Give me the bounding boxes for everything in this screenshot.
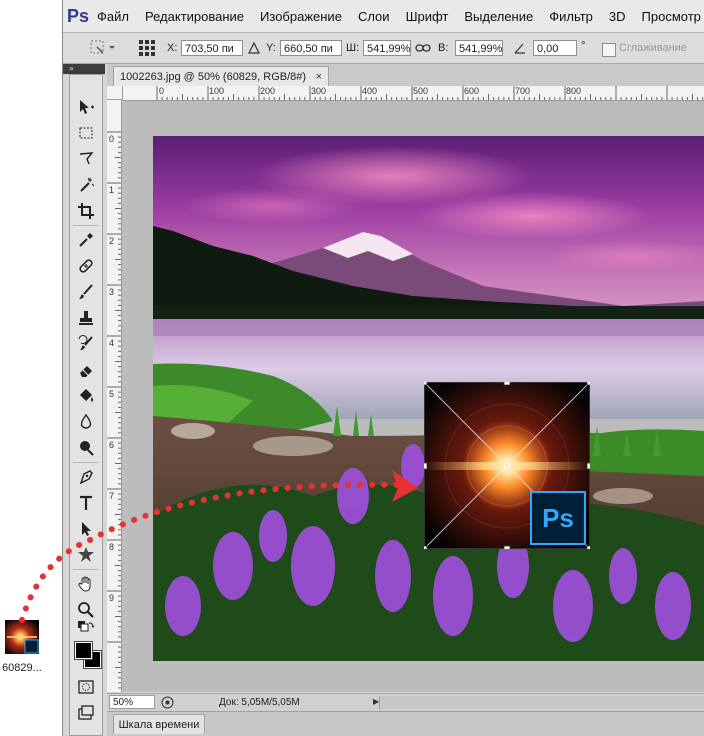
- smoothing-label: Сглаживание: [619, 42, 687, 54]
- status-info-icon[interactable]: [161, 696, 174, 709]
- blur-tool-icon[interactable]: [74, 410, 98, 434]
- ruler-origin[interactable]: [107, 86, 123, 100]
- paint-bucket-tool-icon[interactable]: [74, 384, 98, 408]
- rotate-angle-icon: [513, 41, 527, 58]
- ruler-v-label: 3: [109, 287, 115, 297]
- menu-select[interactable]: Выделение: [456, 9, 541, 24]
- screen-mode-icon[interactable]: [74, 701, 98, 725]
- tools-panel: [69, 74, 103, 736]
- relative-position-icon[interactable]: [247, 41, 261, 58]
- status-bar: 50% Док: 5,05M/5,05M ▶: [107, 693, 704, 712]
- tool-separator: [73, 225, 99, 226]
- menu-filter[interactable]: Фильтр: [541, 9, 601, 24]
- w-label: Ш:: [346, 42, 360, 54]
- shape-tool-icon[interactable]: [74, 543, 98, 567]
- angle-input[interactable]: 0,00: [533, 40, 577, 56]
- eyedropper-tool-icon[interactable]: [74, 228, 98, 252]
- ruler-v-label: 6: [109, 440, 115, 450]
- healing-brush-tool-icon[interactable]: [74, 254, 98, 278]
- horizontal-ruler[interactable]: 0 100 200 300 400 500 600 700 800: [123, 86, 704, 101]
- y-input[interactable]: 660,50 пи: [280, 40, 342, 56]
- timeline-tab[interactable]: Шкала времени: [113, 714, 205, 734]
- crop-tool-icon[interactable]: [74, 199, 98, 223]
- file-thumbnail-icon[interactable]: [5, 620, 39, 654]
- x-input[interactable]: 703,50 пи: [181, 40, 243, 56]
- width-input[interactable]: 541,99%: [363, 40, 411, 56]
- history-brush-tool-icon[interactable]: [74, 332, 98, 356]
- ruler-v-label: 4: [109, 338, 115, 348]
- clone-stamp-tool-icon[interactable]: [74, 306, 98, 330]
- zoom-tool-icon[interactable]: [74, 598, 98, 622]
- color-swatches: [72, 639, 102, 671]
- marquee-tool-icon[interactable]: [74, 121, 98, 145]
- timeline-panel: Шкала времени: [107, 711, 704, 736]
- document-tab-strip: 1002263.jpg @ 50% (60829, RGB/8#) ×: [107, 64, 704, 87]
- type-tool-icon[interactable]: [74, 491, 98, 515]
- default-colors-icon[interactable]: [74, 621, 98, 637]
- horizontal-scrollbar[interactable]: [379, 696, 704, 709]
- ruler-v-label: 2: [109, 236, 115, 246]
- path-selection-tool-icon[interactable]: [74, 517, 98, 541]
- close-document-icon[interactable]: ×: [316, 67, 322, 87]
- foreground-color-swatch[interactable]: [74, 641, 93, 660]
- quick-mask-icon[interactable]: [74, 675, 98, 699]
- link-icon[interactable]: [415, 41, 431, 58]
- pen-tool-icon[interactable]: [74, 465, 98, 489]
- canvas-area[interactable]: Ps: [122, 101, 704, 692]
- ruler-v-label: 9: [109, 593, 115, 603]
- tool-separator: [73, 462, 99, 463]
- ruler-h-label: 100: [209, 86, 225, 96]
- ruler-h-label: 0: [159, 86, 165, 96]
- ruler-v-label: 5: [109, 389, 115, 399]
- reference-point-icon[interactable]: [137, 38, 157, 61]
- ruler-v-label: 8: [109, 542, 115, 552]
- photoshop-window: Ps Файл Редактирование Изображение Слои …: [62, 0, 704, 736]
- ruler-h-label: 300: [311, 86, 327, 96]
- menu-3d[interactable]: 3D: [601, 9, 634, 24]
- brush-tool-icon[interactable]: [74, 280, 98, 304]
- ruler-h-label: 600: [464, 86, 480, 96]
- hand-tool-icon[interactable]: [74, 572, 98, 596]
- y-label: Y:: [266, 42, 276, 54]
- ruler-h-label: 500: [413, 86, 429, 96]
- lasso-tool-icon[interactable]: [74, 147, 98, 171]
- menu-edit[interactable]: Редактирование: [137, 9, 252, 24]
- h-label: В:: [438, 42, 449, 54]
- ruler-h-label: 200: [260, 86, 276, 96]
- dodge-tool-icon[interactable]: [74, 436, 98, 460]
- ruler-h-label: 400: [362, 86, 378, 96]
- ruler-h-label: 700: [515, 86, 531, 96]
- document-tab[interactable]: 1002263.jpg @ 50% (60829, RGB/8#) ×: [113, 66, 329, 86]
- ruler-v-label: 7: [109, 491, 115, 501]
- menu-layers[interactable]: Слои: [350, 9, 398, 24]
- zoom-field[interactable]: 50%: [109, 695, 155, 709]
- menu-bar: Ps Файл Редактирование Изображение Слои …: [63, 0, 704, 33]
- placed-image-layer[interactable]: Ps: [424, 382, 590, 549]
- options-bar: X: 703,50 пи Y: 660,50 пи Ш: 541,99% В: …: [63, 33, 704, 64]
- move-tool-icon[interactable]: [74, 95, 98, 119]
- menu-view[interactable]: Просмотр: [634, 9, 704, 24]
- menu-image[interactable]: Изображение: [252, 9, 350, 24]
- toolbar-collapse-button[interactable]: »: [63, 64, 105, 74]
- ruler-v-label: 1: [109, 185, 115, 195]
- menu-file[interactable]: Файл: [89, 9, 137, 24]
- app-logo: Ps: [67, 5, 90, 26]
- vertical-ruler[interactable]: 0 1 2 3 4 5 6 7 8 9: [107, 100, 122, 692]
- eraser-tool-icon[interactable]: [74, 358, 98, 382]
- file-label[interactable]: 60829...: [2, 662, 42, 674]
- ps-badge: Ps: [530, 491, 586, 545]
- document-title: 1002263.jpg @ 50% (60829, RGB/8#): [120, 71, 307, 83]
- smoothing-checkbox[interactable]: [602, 43, 616, 57]
- menu-type[interactable]: Шрифт: [398, 9, 457, 24]
- x-label: X:: [167, 42, 178, 54]
- degree-label: °: [581, 40, 586, 52]
- ruler-h-label: 800: [566, 86, 582, 96]
- height-input[interactable]: 541,99%: [455, 40, 503, 56]
- magic-wand-tool-icon[interactable]: [74, 173, 98, 197]
- ruler-v-label: 0: [109, 134, 115, 144]
- document-size: Док: 5,05M/5,05M: [219, 697, 300, 708]
- tool-separator: [73, 569, 99, 570]
- move-tool-preset-icon[interactable]: [87, 38, 117, 59]
